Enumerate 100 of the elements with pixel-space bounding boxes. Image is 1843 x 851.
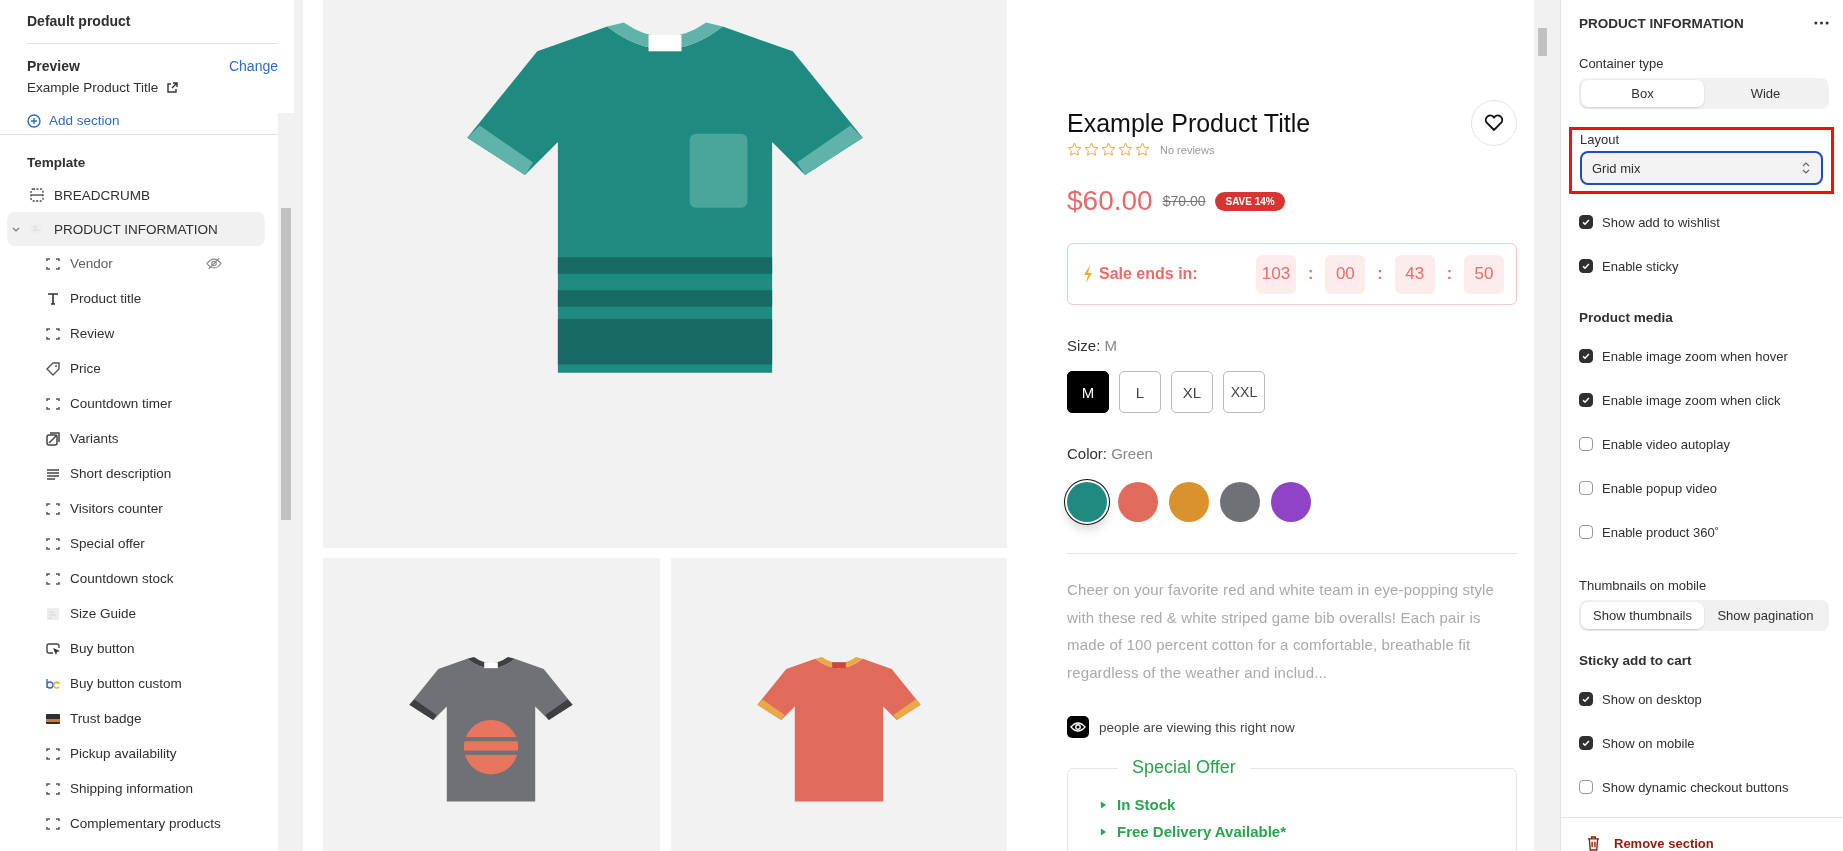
check-icon bbox=[1581, 738, 1591, 748]
color-swatch[interactable] bbox=[1169, 482, 1209, 522]
block-item[interactable]: Countdown stock bbox=[0, 561, 278, 596]
block-item[interactable]: Visitors counter bbox=[0, 491, 278, 526]
checkbox[interactable] bbox=[1579, 437, 1593, 451]
size-option[interactable]: XL bbox=[1171, 371, 1213, 413]
variants-icon bbox=[45, 430, 61, 447]
setting-label: Layout bbox=[1580, 132, 1621, 147]
block-item[interactable]: Short description bbox=[0, 456, 278, 491]
external-link-icon[interactable] bbox=[166, 81, 179, 94]
block-icon bbox=[45, 570, 61, 587]
size-label: Size: M bbox=[1067, 337, 1118, 354]
template-heading: Template bbox=[27, 155, 87, 170]
block-item[interactable]: Size Guide bbox=[0, 596, 278, 631]
star-icon bbox=[1135, 142, 1150, 157]
block-item[interactable]: Vendor bbox=[0, 246, 278, 281]
block-item[interactable]: Complementary products bbox=[0, 806, 278, 841]
countdown-separator: : bbox=[1377, 265, 1383, 283]
star-icon bbox=[1118, 142, 1133, 157]
color-swatch[interactable] bbox=[1118, 482, 1158, 522]
triangle-icon bbox=[1100, 826, 1107, 837]
checkbox[interactable] bbox=[1579, 692, 1593, 706]
check-icon bbox=[1581, 395, 1591, 405]
check-icon bbox=[1581, 261, 1591, 271]
remove-section-button[interactable]: Remove section bbox=[1579, 818, 1829, 851]
change-link[interactable]: Change bbox=[228, 58, 278, 74]
size-option[interactable]: XXL bbox=[1223, 371, 1265, 413]
color-swatch[interactable] bbox=[1271, 482, 1311, 522]
size-option[interactable]: M bbox=[1067, 371, 1109, 413]
trash-icon bbox=[1587, 836, 1600, 851]
hidden-eye-icon[interactable] bbox=[206, 257, 222, 270]
block-item[interactable]: Buy button custom bbox=[0, 666, 278, 701]
layout-select[interactable]: Grid mix bbox=[1580, 151, 1823, 185]
viewers-text: people are viewing this right now bbox=[1099, 719, 1295, 735]
block-item[interactable]: Shipping information bbox=[0, 771, 278, 806]
block-item[interactable]: Buy button bbox=[0, 631, 278, 666]
countdown-value: 50 bbox=[1464, 254, 1504, 294]
segment-option[interactable]: Wide bbox=[1704, 80, 1827, 107]
offer-item: Free Delivery Available* bbox=[1117, 823, 1286, 840]
preview-label: Preview bbox=[27, 58, 80, 74]
block-icon bbox=[45, 255, 61, 272]
segment-option[interactable]: Show pagination bbox=[1704, 602, 1827, 629]
scrollbar-thumb[interactable] bbox=[281, 208, 291, 520]
section-item[interactable]: PRODUCT INFORMATION bbox=[7, 212, 265, 246]
checkbox-label: Enable product 360˚ bbox=[1602, 524, 1720, 540]
checkbox-label: Show on desktop bbox=[1602, 691, 1702, 707]
check-icon bbox=[1581, 217, 1591, 227]
price-tag-icon bbox=[45, 360, 61, 377]
checkbox[interactable] bbox=[1579, 349, 1593, 363]
block-icon bbox=[45, 815, 61, 832]
triangle-icon bbox=[1100, 799, 1107, 810]
block-item[interactable]: Variants bbox=[0, 421, 278, 456]
select-arrows-icon bbox=[1801, 161, 1811, 175]
block-item[interactable]: Product title bbox=[0, 281, 278, 316]
section-heading: Sticky add to cart bbox=[1579, 651, 1693, 670]
preview-product-name: Example Product Title bbox=[27, 80, 159, 95]
review-count: No reviews bbox=[1160, 143, 1215, 156]
block-icon bbox=[45, 500, 61, 517]
segment-option[interactable]: Show thumbnails bbox=[1581, 602, 1704, 629]
star-icon bbox=[1067, 142, 1082, 157]
lightning-icon bbox=[1083, 265, 1093, 283]
color-swatch[interactable] bbox=[1220, 482, 1260, 522]
eye-icon bbox=[1067, 716, 1089, 738]
checkbox[interactable] bbox=[1579, 525, 1593, 539]
block-item[interactable]: Trust badge bbox=[0, 701, 278, 736]
checkbox[interactable] bbox=[1579, 215, 1593, 229]
checkbox[interactable] bbox=[1579, 393, 1593, 407]
block-item[interactable]: Countdown timer bbox=[0, 386, 278, 421]
wishlist-button[interactable] bbox=[1471, 100, 1517, 146]
countdown-value: 103 bbox=[1256, 254, 1296, 294]
countdown-value: 00 bbox=[1325, 254, 1366, 294]
block-item[interactable]: Price bbox=[0, 351, 278, 386]
sale-price: $60.00 bbox=[1067, 185, 1153, 217]
checkbox-label: Enable sticky bbox=[1602, 258, 1679, 274]
block-item[interactable]: Pickup availability bbox=[0, 736, 278, 771]
check-icon bbox=[1581, 694, 1591, 704]
text-icon bbox=[45, 290, 61, 307]
checkbox[interactable] bbox=[1579, 780, 1593, 794]
checkbox-label: Enable video autoplay bbox=[1602, 436, 1730, 452]
scrollbar-thumb[interactable] bbox=[1538, 28, 1547, 56]
checkbox[interactable] bbox=[1579, 259, 1593, 273]
checkbox[interactable] bbox=[1579, 481, 1593, 495]
offer-item: In Stock bbox=[1117, 796, 1176, 813]
section-item[interactable]: BREADCRUMB bbox=[7, 178, 265, 212]
checkbox-label: Enable image zoom when click bbox=[1602, 392, 1781, 408]
block-item[interactable]: Review bbox=[0, 316, 278, 351]
check-icon bbox=[1581, 351, 1591, 361]
setting-label: Thumbnails on mobile bbox=[1579, 578, 1708, 593]
checkbox[interactable] bbox=[1579, 736, 1593, 750]
add-section-link[interactable]: Add section bbox=[27, 113, 120, 128]
color-swatch[interactable] bbox=[1067, 482, 1107, 522]
checkbox-label: Enable popup video bbox=[1602, 480, 1717, 496]
countdown-value: 43 bbox=[1394, 254, 1435, 294]
heart-icon bbox=[1484, 114, 1504, 132]
block-item[interactable]: Special offer bbox=[0, 526, 278, 561]
countdown-separator: : bbox=[1446, 265, 1452, 283]
countdown-separator: : bbox=[1308, 265, 1314, 283]
segment-option[interactable]: Box bbox=[1581, 80, 1704, 107]
size-option[interactable]: L bbox=[1119, 371, 1161, 413]
more-icon[interactable] bbox=[1814, 21, 1829, 25]
